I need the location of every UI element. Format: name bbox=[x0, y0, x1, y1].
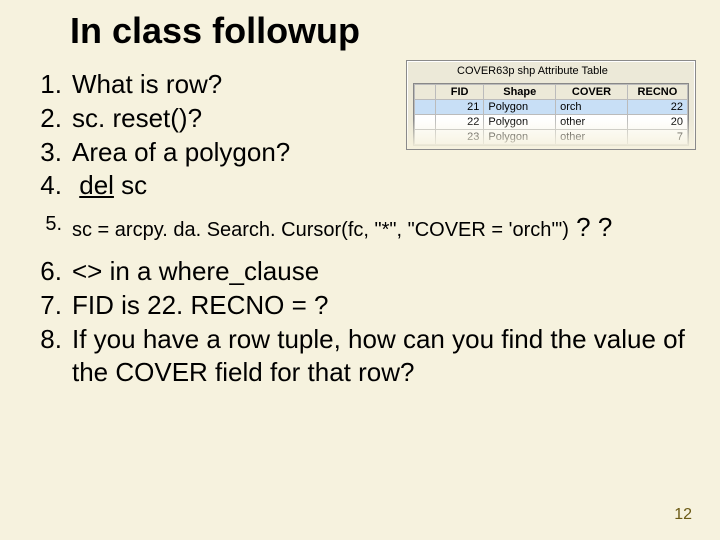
keyword-del: del bbox=[79, 170, 114, 200]
page-number: 12 bbox=[674, 506, 692, 524]
list-item: <> in a where_clause bbox=[66, 255, 692, 289]
list-item: sc. reset()? bbox=[66, 102, 692, 136]
list-item: del sc bbox=[66, 169, 692, 203]
text: sc bbox=[114, 170, 147, 200]
code-line: sc = arcpy. da. Search. Cursor(fc, "*", … bbox=[72, 219, 569, 241]
body-list: What is row? sc. reset()? Area of a poly… bbox=[22, 68, 692, 390]
page-title: In class followup bbox=[70, 10, 360, 52]
list-item: sc = arcpy. da. Search. Cursor(fc, "*", … bbox=[66, 211, 692, 245]
list-item: Area of a polygon? bbox=[66, 136, 692, 170]
list-item: If you have a row tuple, how can you fin… bbox=[66, 323, 692, 391]
list-item: FID is 22. RECNO = ? bbox=[66, 289, 692, 323]
list-item: What is row? bbox=[66, 68, 692, 102]
question-marks: ? ? bbox=[569, 212, 612, 242]
